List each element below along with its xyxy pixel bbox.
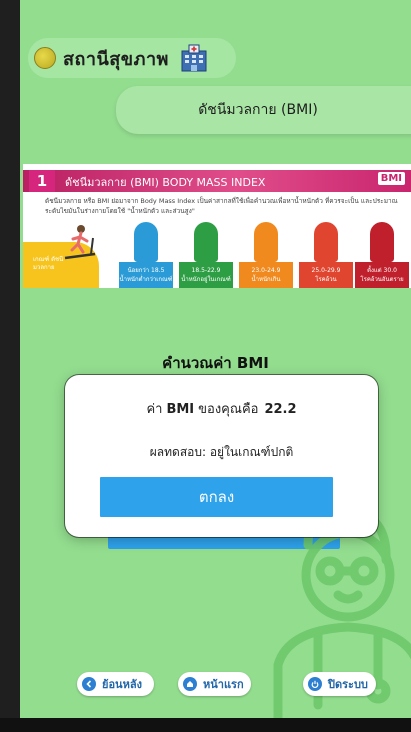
ok-button[interactable]: ตกลง bbox=[100, 477, 333, 517]
result-prefix: ค่า bbox=[146, 402, 163, 417]
category-label: โรคอ้วน bbox=[315, 276, 337, 283]
person-figure-icon bbox=[254, 222, 278, 262]
bmi-info-banner: 1 ดัชนีมวลกาย (BMI) BODY MASS INDEX BMI … bbox=[23, 164, 411, 288]
power-icon bbox=[308, 677, 322, 691]
test-result-text: ผลทดสอบ: อยู่ในเกณฑ์ปกติ bbox=[149, 445, 294, 459]
banner-description: ดัชนีมวลกาย หรือ BMI ย่อมาจาก Body Mass … bbox=[45, 197, 398, 215]
person-figure-icon bbox=[314, 222, 338, 262]
person-figure-icon bbox=[370, 222, 394, 262]
back-button-label: ย้อนหลัง bbox=[102, 678, 142, 691]
bmi-category-severely-obese: ตั้งแต่ 30.0 โรคอ้วนอันตราย bbox=[353, 222, 411, 288]
app-title: สถานีสุขภาพ bbox=[63, 48, 169, 70]
category-label: น้ำหนักอยู่ในเกณฑ์ bbox=[181, 276, 231, 283]
app-screen: สถานีสุขภาพ ดัชนีมวลกาย (BMI) 1 ดัชนีมวล… bbox=[20, 0, 411, 718]
bmi-result-dialog: ค่า BMI ของคุณคือ 22.2 ผลทดสอบ: อยู่ในเกณฑ์… bbox=[65, 375, 378, 537]
home-button-label: หน้าแรก bbox=[203, 678, 244, 691]
bmi-category-underweight: น้อยกว่า 18.5 น้ำหนักต่ำกว่าเกณฑ์ bbox=[117, 222, 175, 288]
bmi-value: 22.2 bbox=[264, 402, 297, 417]
back-button[interactable]: ย้อนหลัง bbox=[77, 672, 154, 696]
bmi-category-normal: 18.5-22.9 น้ำหนักอยู่ในเกณฑ์ bbox=[177, 222, 235, 288]
category-label: น้ำหนักต่ำกว่าเกณฑ์ bbox=[119, 276, 173, 283]
category-range: น้อยกว่า 18.5 bbox=[127, 267, 165, 274]
banner-title: ดัชนีมวลกาย (BMI) BODY MASS INDEX bbox=[65, 176, 266, 189]
app-header: สถานีสุขภาพ bbox=[28, 38, 236, 78]
banner-badge: BMI bbox=[377, 172, 405, 185]
bmi-label: BMI bbox=[166, 402, 195, 417]
back-arrow-icon bbox=[82, 677, 96, 691]
home-button[interactable]: หน้าแรก bbox=[178, 672, 251, 696]
logo-dot-icon bbox=[34, 47, 56, 69]
page-subtitle: ดัชนีมวลกาย (BMI) bbox=[198, 102, 318, 118]
person-figure-icon bbox=[194, 222, 218, 262]
calculate-bmi-heading: คำนวณค่า BMI bbox=[162, 354, 269, 372]
close-system-label: ปิดระบบ bbox=[328, 678, 368, 691]
bmi-result-line: ค่า BMI ของคุณคือ 22.2 bbox=[65, 398, 378, 419]
close-system-button[interactable]: ปิดระบบ bbox=[303, 672, 376, 696]
result-middle: ของคุณคือ bbox=[198, 402, 259, 417]
page-subtitle-banner: ดัชนีมวลกาย (BMI) bbox=[116, 86, 411, 134]
category-range: 18.5-22.9 bbox=[191, 267, 221, 274]
category-label: โรคอ้วนอันตราย bbox=[360, 276, 404, 283]
standard-label-box: เกณฑ์ ดัชนีมวลกาย bbox=[23, 225, 99, 288]
bmi-category-obese: 25.0-29.9 โรคอ้วน bbox=[297, 222, 355, 288]
home-icon bbox=[183, 677, 197, 691]
banner-header: 1 ดัชนีมวลกาย (BMI) BODY MASS INDEX BMI bbox=[23, 170, 411, 192]
banner-number: 1 bbox=[29, 170, 55, 192]
category-range: 25.0-29.9 bbox=[311, 267, 341, 274]
person-figure-icon bbox=[134, 222, 158, 262]
bmi-category-overweight: 23.0-24.9 น้ำหนักเกิน bbox=[237, 222, 295, 288]
bottom-bar bbox=[0, 718, 411, 732]
treadmill-runner-icon bbox=[64, 225, 96, 260]
hospital-building-icon bbox=[181, 44, 207, 72]
category-range: 23.0-24.9 bbox=[251, 267, 281, 274]
category-label: น้ำหนักเกิน bbox=[251, 276, 281, 283]
category-range: ตั้งแต่ 30.0 bbox=[367, 267, 397, 274]
